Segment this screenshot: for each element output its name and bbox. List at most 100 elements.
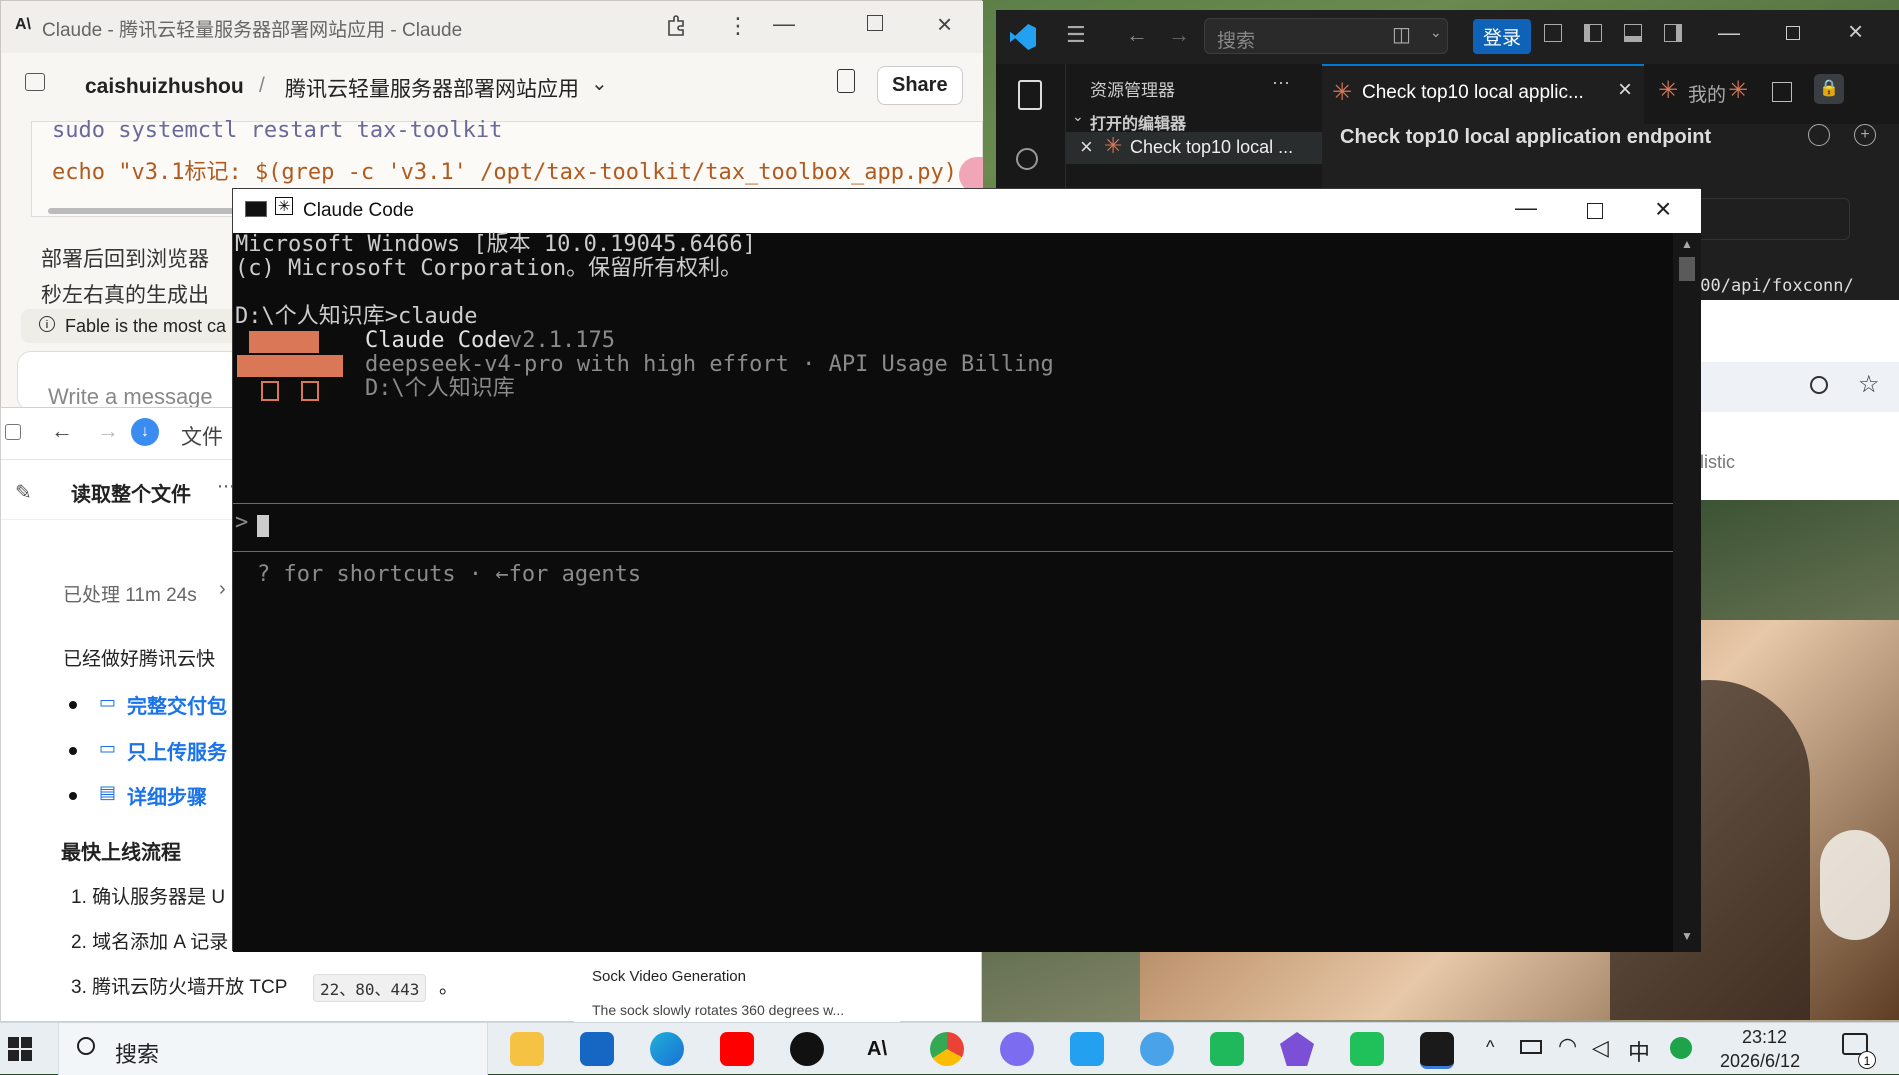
back-icon[interactable]: ←: [51, 418, 73, 444]
messages-icon[interactable]: [1210, 1032, 1244, 1066]
info-icon: i: [39, 316, 55, 332]
wechat-icon[interactable]: [1350, 1032, 1384, 1066]
close-button[interactable]: ×: [937, 9, 952, 40]
document-icon[interactable]: [837, 69, 855, 93]
terminal-icon[interactable]: [1420, 1032, 1454, 1069]
maximize-button[interactable]: [867, 15, 883, 31]
battery-icon[interactable]: [1520, 1040, 1542, 1054]
extensions-icon[interactable]: [663, 13, 689, 39]
chevron-up-icon[interactable]: ▲: [1681, 237, 1693, 251]
bookmark-star-icon[interactable]: ☆: [1858, 370, 1880, 399]
breadcrumb-project[interactable]: caishuizhushou: [85, 75, 244, 99]
command-search[interactable]: 搜索: [1204, 18, 1448, 54]
outlook-icon[interactable]: [580, 1032, 614, 1066]
edit-icon[interactable]: ✎: [15, 480, 32, 505]
edge-icon[interactable]: [650, 1032, 684, 1066]
menu-icon[interactable]: ☰: [1066, 22, 1086, 48]
clock-time[interactable]: 23:12: [1742, 1027, 1787, 1048]
open-editor-item[interactable]: × ✳ Check top10 local ...: [1066, 132, 1322, 164]
close-icon[interactable]: ×: [1618, 76, 1632, 104]
chrome-icon[interactable]: [930, 1032, 964, 1066]
taskbar-search[interactable]: 搜索: [58, 1023, 488, 1075]
close-button[interactable]: ×: [1848, 16, 1863, 47]
bullet-link-3[interactable]: 详细步骤: [127, 781, 207, 810]
history-icon[interactable]: [1808, 124, 1830, 146]
chevron-down-icon[interactable]: ▼: [1681, 929, 1693, 943]
step-3: 3. 腾讯云防火墙开放 TCP: [71, 977, 288, 998]
chevron-down-icon[interactable]: ⌄: [591, 71, 608, 96]
volume-icon[interactable]: ◁: [1592, 1035, 1609, 1061]
minimize-button[interactable]: —: [773, 11, 795, 37]
app-tray-icon[interactable]: [1670, 1037, 1692, 1059]
breadcrumb-chat-title[interactable]: 腾讯云轻量服务器部署网站应用: [285, 73, 579, 103]
podcast-icon[interactable]: [790, 1032, 824, 1066]
tab-active-label: Check top10 local applic...: [1362, 82, 1584, 103]
explorer-more-icon[interactable]: ···: [1272, 72, 1290, 93]
lock-icon[interactable]: 🔒: [1814, 74, 1844, 104]
split-editor-icon[interactable]: [1772, 82, 1792, 102]
claude-app-icon[interactable]: A\: [860, 1032, 894, 1066]
youtube-icon[interactable]: [720, 1032, 754, 1066]
minimize-button[interactable]: —: [1515, 195, 1537, 221]
sidebar-icon[interactable]: [5, 424, 21, 440]
chevron-right-icon[interactable]: ›: [219, 578, 226, 601]
tab-active[interactable]: ✳ Check top10 local applic... ×: [1322, 64, 1644, 124]
login-button[interactable]: 登录: [1473, 19, 1532, 54]
zoom-icon[interactable]: [1810, 376, 1828, 394]
scroll-thumb[interactable]: [1679, 257, 1695, 281]
toggle-secondary-icon[interactable]: [1664, 24, 1682, 42]
toggle-sidebar-icon[interactable]: [1584, 24, 1602, 42]
windows-start-icon[interactable]: [8, 1037, 32, 1061]
share-button[interactable]: Share: [877, 66, 963, 105]
file-explorer-icon[interactable]: [510, 1032, 544, 1066]
ime-indicator[interactable]: 中: [1628, 1035, 1650, 1067]
minimize-button[interactable]: —: [1718, 20, 1740, 46]
more-vert-icon[interactable]: ⋮: [727, 13, 749, 39]
explorer-icon[interactable]: [1018, 80, 1042, 110]
terminal-body[interactable]: Microsoft Windows [版本 10.0.19045.6466] (…: [233, 233, 1673, 952]
terminal-title: Claude Code: [303, 200, 414, 221]
close-icon[interactable]: ×: [1080, 134, 1093, 160]
maximize-button[interactable]: [1587, 203, 1603, 219]
message-paragraph-line2: 秒左右真的生成出: [41, 284, 209, 307]
tray-chevron-up-icon[interactable]: ^: [1486, 1037, 1494, 1058]
chat-app-icon[interactable]: [1000, 1032, 1034, 1066]
terminal-window: ✳ Claude Code — × Microsoft Windows [版本 …: [232, 188, 1701, 952]
text-cursor[interactable]: [257, 515, 269, 537]
app-name: Claude Code: [365, 328, 511, 353]
tab-2[interactable]: ✳ 我的 ✳: [1644, 64, 1754, 124]
document-icon: ▤: [99, 782, 117, 802]
layout-icon[interactable]: [1544, 24, 1562, 42]
sidebar-toggle-icon[interactable]: [25, 73, 45, 91]
terminal-titlebar: ✳ Claude Code — ×: [233, 189, 1701, 233]
forward-icon[interactable]: →: [97, 418, 119, 444]
toggle-panel-icon[interactable]: [1624, 24, 1642, 42]
claude-star-icon: ✳: [1104, 133, 1123, 158]
copilot-icon[interactable]: ◫: [1392, 22, 1411, 47]
back-icon[interactable]: ←: [1126, 22, 1148, 48]
processed-status[interactable]: 已处理 11m 24s: [63, 580, 197, 607]
open-editors-label[interactable]: 打开的编辑器: [1090, 110, 1186, 134]
wifi-icon[interactable]: ◠: [1558, 1033, 1577, 1059]
terminal-scrollbar[interactable]: ▲ ▼: [1673, 233, 1701, 952]
flower-decor: [1820, 830, 1890, 940]
obsidian-icon[interactable]: [1280, 1032, 1314, 1066]
new-chat-icon[interactable]: +: [1854, 124, 1876, 146]
chevron-down-icon[interactable]: ⌄: [1072, 108, 1084, 125]
search-icon[interactable]: [1016, 148, 1038, 170]
model-info: deepseek-v4-pro with high effort · API U…: [365, 352, 1054, 377]
maximize-button[interactable]: [1786, 26, 1800, 40]
video-thumbnail-card[interactable]: Sock Video Generation The sock slowly ro…: [574, 960, 900, 1022]
bullet-link-1[interactable]: 完整交付包: [127, 690, 227, 719]
bullet-link-2[interactable]: 只上传服务: [127, 736, 227, 765]
vscode-window: ☰ ← → 搜索 ◫ ⌄ 登录 — × 资源管理器 ··· ⌄ 打开的编辑器 ×…: [996, 10, 1899, 194]
panel-title: Check top10 local application endpoint: [1340, 126, 1712, 148]
chevron-down-icon[interactable]: ⌄: [1430, 24, 1442, 41]
browser-app-icon[interactable]: [1140, 1032, 1174, 1066]
vscode-icon[interactable]: [1070, 1032, 1104, 1066]
clock-date[interactable]: 2026/6/12: [1720, 1051, 1800, 1072]
vscode-logo-icon: [1010, 24, 1036, 50]
close-button[interactable]: ×: [1655, 193, 1671, 225]
download-icon[interactable]: ↓: [131, 418, 159, 446]
forward-icon[interactable]: →: [1168, 22, 1190, 48]
